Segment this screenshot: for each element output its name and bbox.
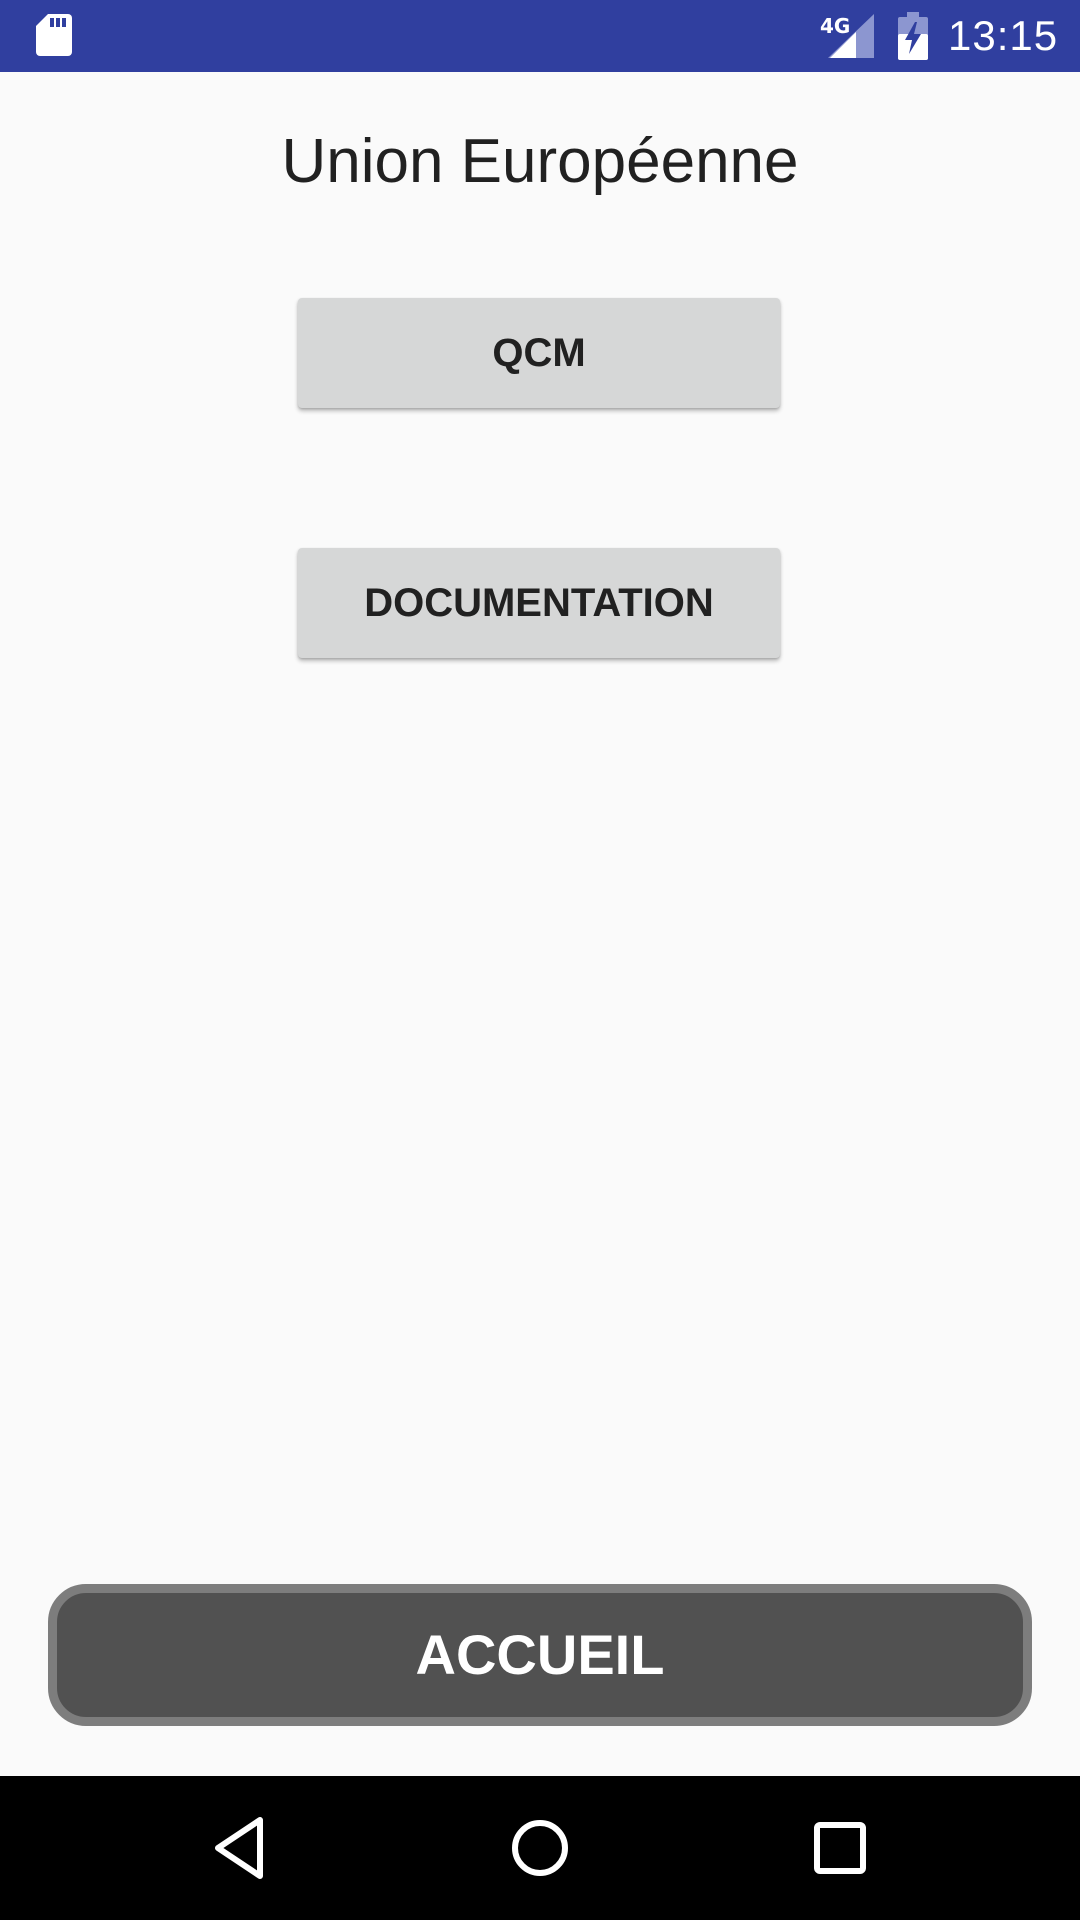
app-screen: 4G 13:15 Union Européenne QCM DOCUMENTAT… [0, 0, 1080, 1920]
documentation-button[interactable]: DOCUMENTATION [298, 548, 780, 658]
qcm-button[interactable]: QCM [298, 298, 780, 408]
sd-card-icon [36, 14, 72, 56]
status-bar: 4G 13:15 [0, 0, 1080, 72]
back-icon[interactable] [204, 1812, 276, 1884]
home-button[interactable]: ACCUEIL [48, 1584, 1032, 1726]
cell-signal-icon [828, 14, 874, 58]
status-time: 13:15 [948, 12, 1059, 59]
home-icon[interactable] [504, 1812, 576, 1884]
page-title: Union Européenne [281, 127, 799, 196]
navigation-bar [0, 1776, 1080, 1920]
battery-charging-icon [898, 12, 928, 60]
recents-icon[interactable] [804, 1812, 876, 1884]
